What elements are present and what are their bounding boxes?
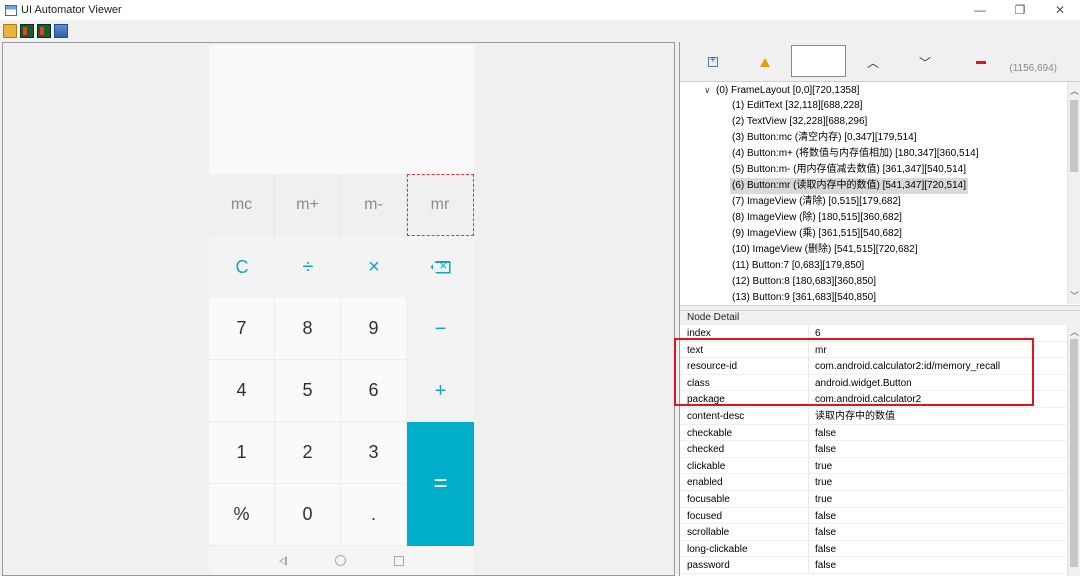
key-7[interactable]: 7 [209,298,275,360]
scroll-down-icon[interactable]: ﹀ [1068,289,1080,302]
next-match-button[interactable]: ﹀ [918,50,932,74]
table-row[interactable]: enabled true [680,474,1068,491]
tree-node[interactable]: (7) ImageView (清除) [0,515][179,682] [732,194,901,210]
key-mc[interactable]: mc [209,174,275,236]
main-toolbar [0,20,1080,42]
tree-node[interactable]: (8) ImageView (除) [180,515][360,682] [732,210,902,226]
table-row[interactable]: content-desc 读取内存中的数值 [680,408,1068,425]
table-row[interactable]: password false [680,557,1068,574]
tree-node[interactable]: (5) Button:m- (用内存值减去数值) [361,347][540,5… [732,162,966,178]
tree-node[interactable]: (13) Button:9 [361,683][540,850] [732,290,876,304]
key-2[interactable]: 2 [275,422,341,484]
screenshot-pane[interactable]: mc m+ m- mr C ÷ × 7 8 9 − 4 5 6 + 1 2 3 [2,42,675,576]
table-row[interactable]: package com.android.calculator2 [680,391,1068,408]
key-5[interactable]: 5 [275,360,341,422]
calculator-display[interactable] [209,45,474,174]
key-3[interactable]: 3 [341,422,407,484]
key-9[interactable]: 9 [341,298,407,360]
table-row[interactable]: scrollable false [680,524,1068,541]
app-icon [5,4,17,16]
node-detail-title: Node Detail [680,311,1080,325]
key-6[interactable]: 6 [341,360,407,422]
warning-icon [760,57,770,67]
key-1[interactable]: 1 [209,422,275,484]
back-icon[interactable] [279,555,287,566]
table-row[interactable]: checkable false [680,424,1068,442]
device-screenshot-icon[interactable] [20,24,34,38]
window-controls: — ❐ ✕ [960,0,1080,20]
key-divide[interactable]: ÷ [275,236,341,298]
tree-scrollbar[interactable]: ︿ ﹀ [1067,82,1080,304]
key-8[interactable]: 8 [275,298,341,360]
tree-node[interactable]: (9) ImageView (乘) [361,515][540,682] [732,226,902,242]
minus-icon [976,60,986,64]
key-decimal[interactable]: . [341,484,407,546]
open-icon[interactable] [3,24,17,38]
toggle-naf-button[interactable] [758,50,772,74]
hierarchy-tree[interactable]: ∨ (0) FrameLayout [0,0][720,1358] (1) Edi… [680,82,1068,304]
key-multiply[interactable]: × [341,236,407,298]
scroll-up-icon[interactable]: ︿ [1068,84,1080,97]
tree-toolbar: ︿ ﹀ (1156,694) [680,42,1080,82]
hierarchy-pane: ︿ ﹀ (1156,694) ∨(0) FrameLayout [0,0][72… [679,42,1080,576]
key-0[interactable]: 0 [275,484,341,546]
node-detail-table: index 6 text mr resource-id com.android.cal… [680,325,1068,576]
clear-search-button[interactable] [974,50,988,74]
key-m-minus[interactable]: m- [341,174,407,236]
pointer-coordinates: (1156,694) [1009,63,1057,74]
detail-scrollbar[interactable]: ︿ [1067,325,1080,576]
scroll-up-icon[interactable]: ︿ [1068,325,1080,338]
table-row[interactable]: text mr [680,341,1068,359]
tree-node[interactable]: ∨ (0) FrameLayout [0,0][720,1358] [704,82,859,98]
expand-all-icon [708,55,718,67]
scrollbar-thumb[interactable] [1070,100,1078,172]
device-screenshot-compressed-icon[interactable] [37,24,51,38]
table-row[interactable]: class android.widget.Button [680,374,1068,392]
tree-node[interactable]: (1) EditText [32,118][688,228] [732,98,862,114]
key-delete[interactable] [407,236,474,298]
table-row[interactable]: focusable true [680,491,1068,508]
chevron-up-icon: ︿ [866,55,879,70]
device-screenshot[interactable]: mc m+ m- mr C ÷ × 7 8 9 − 4 5 6 + 1 2 3 [209,45,474,575]
android-nav-bar [209,546,474,575]
tree-node-selected[interactable]: (6) Button:mr (读取内存中的数值) [541,347][720,5… [730,178,968,194]
key-equals[interactable]: = [407,422,474,546]
table-row[interactable]: index 6 [680,325,1068,342]
tree-node[interactable]: (3) Button:mc (清空内存) [0,347][179,514] [732,130,917,146]
table-row[interactable]: focused false [680,507,1068,525]
tree-node[interactable]: (4) Button:m+ (将数值与内存值相加) [180,347][360,… [732,146,978,162]
search-input[interactable] [791,45,846,77]
key-plus[interactable]: + [407,360,474,422]
key-clear[interactable]: C [209,236,275,298]
key-percent[interactable]: % [209,484,275,546]
window-title: UI Automator Viewer [21,4,122,16]
home-icon[interactable] [335,555,346,566]
tree-node[interactable]: (2) TextView [32,228][688,296] [732,114,867,130]
tree-node[interactable]: (12) Button:8 [180,683][360,850] [732,274,876,290]
save-icon[interactable] [54,24,68,38]
key-mr[interactable]: mr [407,174,474,236]
table-row[interactable]: long-clickable false [680,540,1068,558]
key-minus[interactable]: − [407,298,474,360]
tree-node[interactable]: (11) Button:7 [0,683][179,850] [732,258,864,274]
close-button[interactable]: ✕ [1040,0,1080,20]
maximize-button[interactable]: ❐ [1000,0,1040,20]
recents-icon[interactable] [394,555,404,566]
previous-match-button[interactable]: ︿ [866,50,880,74]
tree-node[interactable]: (10) ImageView (删除) [541,515][720,682] [732,242,917,258]
table-row[interactable]: checked false [680,441,1068,458]
table-row[interactable]: clickable true [680,457,1068,475]
expand-all-button[interactable] [706,50,720,74]
backspace-icon [430,260,451,274]
key-m-plus[interactable]: m+ [275,174,341,236]
key-4[interactable]: 4 [209,360,275,422]
chevron-down-icon: ﹀ [918,55,931,70]
minimize-button[interactable]: — [960,0,1000,20]
title-bar: UI Automator Viewer — ❐ ✕ [0,0,1080,20]
scrollbar-thumb[interactable] [1070,339,1078,567]
calculator-keypad: mc m+ m- mr C ÷ × 7 8 9 − 4 5 6 + 1 2 3 [209,174,474,546]
table-row[interactable]: resource-id com.android.calculator2:id/me… [680,358,1068,375]
chevron-down-icon[interactable]: ∨ [704,82,716,98]
